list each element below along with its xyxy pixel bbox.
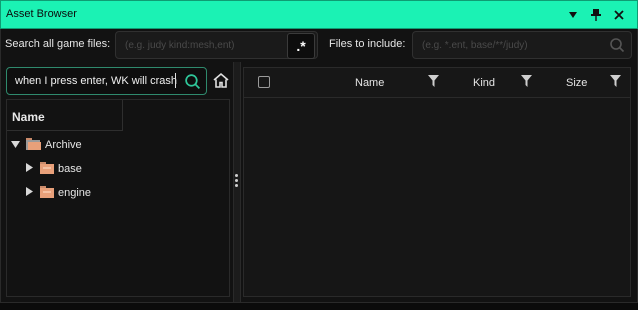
tree-item-label: engine xyxy=(58,187,92,199)
table-header: Name Kind Size xyxy=(244,68,630,98)
window-title: Asset Browser xyxy=(6,8,77,20)
expand-arrow-right-icon[interactable] xyxy=(26,163,33,175)
column-header-kind[interactable]: Kind xyxy=(473,77,495,89)
folder-tree-panel: Name Archive base engine xyxy=(6,99,230,297)
home-icon[interactable] xyxy=(212,72,230,92)
drag-handle-icon[interactable] xyxy=(235,174,238,189)
tree-item-base[interactable]: base xyxy=(26,159,82,179)
filter-icon[interactable] xyxy=(521,75,532,90)
regex-button-label: .* xyxy=(296,38,306,54)
filter-icon[interactable] xyxy=(610,75,621,90)
search-label: Search all game files: xyxy=(5,38,111,50)
expand-arrow-right-icon[interactable] xyxy=(26,187,33,199)
search-icon[interactable] xyxy=(609,37,625,56)
filter-icon[interactable] xyxy=(428,75,439,90)
search-icon[interactable] xyxy=(184,73,201,93)
tree-item-label: base xyxy=(58,163,82,175)
table-body xyxy=(244,98,630,296)
column-header-name[interactable]: Name xyxy=(355,77,384,89)
panel-splitter[interactable] xyxy=(233,62,241,302)
column-header-size[interactable]: Size xyxy=(566,77,587,89)
tree-item-engine[interactable]: engine xyxy=(26,183,91,203)
tree-name-header[interactable]: Name xyxy=(7,100,123,131)
tree-item-label: Archive xyxy=(45,139,82,151)
title-bar: Asset Browser xyxy=(0,0,638,29)
chevron-down-icon[interactable] xyxy=(564,6,582,24)
include-placeholder: (e.g. *.ent, base/**/judy) xyxy=(422,40,528,51)
tree-search-value: when I press enter, WK will crash xyxy=(15,75,178,87)
include-input[interactable]: (e.g. *.ent, base/**/judy) xyxy=(412,31,632,59)
tree-item-archive[interactable]: Archive xyxy=(11,135,82,155)
tree-search-input[interactable]: when I press enter, WK will crash xyxy=(6,67,207,95)
include-label: Files to include: xyxy=(329,38,406,50)
folder-icon xyxy=(40,185,54,201)
folder-open-icon xyxy=(26,137,41,153)
search-placeholder: (e.g. judy kind:mesh,ent) xyxy=(125,40,235,51)
folder-icon xyxy=(40,161,54,177)
close-icon[interactable] xyxy=(610,6,628,24)
regex-toggle-button[interactable]: .* xyxy=(287,33,315,59)
file-list-panel: Name Kind Size xyxy=(243,67,631,297)
text-caret xyxy=(175,73,176,88)
pin-icon[interactable] xyxy=(587,6,605,24)
expand-arrow-down-icon[interactable] xyxy=(11,139,20,151)
select-all-checkbox[interactable] xyxy=(258,76,270,88)
